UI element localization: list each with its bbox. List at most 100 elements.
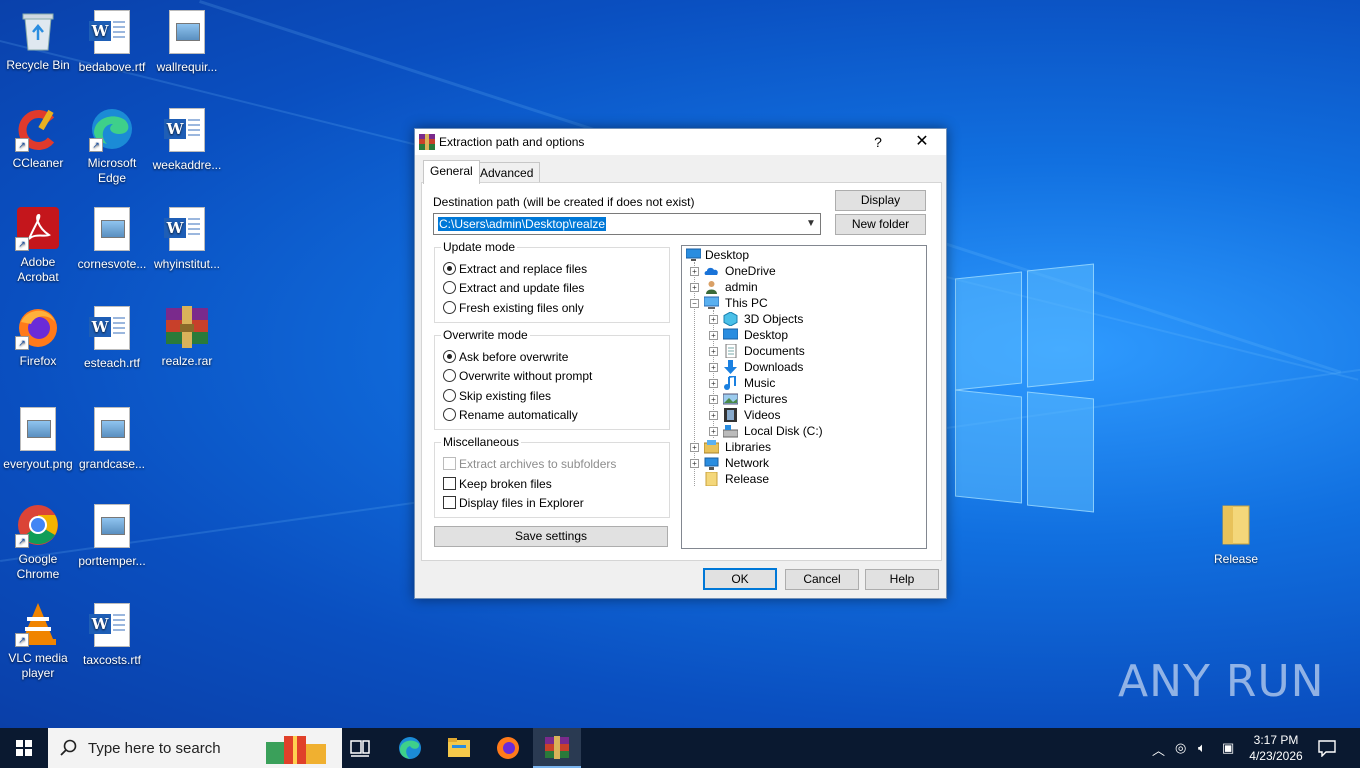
- radio-button[interactable]: [443, 350, 456, 363]
- task-view-button[interactable]: [337, 728, 385, 768]
- expand-icon[interactable]: +: [709, 395, 718, 404]
- expand-icon[interactable]: +: [709, 411, 718, 420]
- tree-node-label: OneDrive: [725, 264, 776, 278]
- option-label: Extract and replace files: [459, 262, 588, 276]
- radio-rename-automatically[interactable]: Rename automatically: [443, 407, 578, 423]
- collapse-icon[interactable]: −: [690, 299, 699, 308]
- gifts-icon: [266, 736, 326, 764]
- desktop-icon-realze-rar[interactable]: realze.rar: [149, 304, 225, 369]
- desktop-icon-grandcase[interactable]: grandcase...: [74, 405, 150, 472]
- tree-node-label: Desktop: [705, 248, 750, 262]
- expand-icon[interactable]: +: [690, 459, 699, 468]
- help-icon[interactable]: ?: [865, 132, 891, 152]
- close-icon[interactable]: ✕: [907, 131, 937, 153]
- desktop-icon-everyout-png[interactable]: everyout.png: [0, 405, 76, 472]
- help-button[interactable]: Help: [865, 569, 939, 590]
- clock-time: 3:17 PM: [1253, 733, 1299, 747]
- desktop-icon-taxcosts-rtf[interactable]: W taxcosts.rtf: [74, 601, 150, 668]
- taskbar-firefox[interactable]: [484, 728, 532, 768]
- expand-icon[interactable]: +: [690, 267, 699, 276]
- chevron-down-icon[interactable]: ▼: [804, 216, 818, 232]
- desktop-icon-esteach-rtf[interactable]: W esteach.rtf: [74, 304, 150, 371]
- icon-label: Microsoft Edge: [87, 156, 137, 185]
- option-label: Ask before overwrite: [459, 350, 569, 364]
- radio-button[interactable]: [443, 408, 456, 421]
- display-button[interactable]: Display: [835, 190, 926, 211]
- tab-general[interactable]: General: [423, 160, 480, 184]
- taskbar-file-explorer[interactable]: [435, 728, 483, 768]
- icon-label: Google Chrome: [16, 552, 60, 581]
- desktop-icon-ccleaner[interactable]: ↗ CCleaner: [0, 106, 76, 171]
- taskbar-search-box[interactable]: Type here to search: [48, 728, 342, 768]
- destination-path-value[interactable]: C:\Users\admin\Desktop\realze: [438, 217, 607, 231]
- expand-icon[interactable]: +: [709, 331, 718, 340]
- tab-advanced[interactable]: Advanced: [473, 162, 541, 183]
- notification-icon[interactable]: [1318, 739, 1336, 757]
- radio-fresh-existing[interactable]: Fresh existing files only: [443, 300, 584, 316]
- checkbox-keep-broken-files[interactable]: Keep broken files: [443, 476, 552, 492]
- desktop-icon-release[interactable]: Release: [1198, 502, 1274, 567]
- radio-button[interactable]: [443, 281, 456, 294]
- radio-button[interactable]: [443, 262, 456, 275]
- tree-node-label: Release: [725, 472, 770, 486]
- desktop-icon-adobe-acrobat[interactable]: ↗ Adobe Acrobat: [0, 205, 76, 285]
- expand-icon[interactable]: +: [709, 363, 718, 372]
- title-bar[interactable]: Extraction path and options ? ✕: [415, 129, 946, 155]
- radio-button[interactable]: [443, 301, 456, 314]
- save-settings-button[interactable]: Save settings: [434, 526, 668, 547]
- desktop-icon-weekaddre[interactable]: W weekaddre...: [149, 106, 225, 173]
- chevron-up-icon[interactable]: ︿: [1152, 740, 1165, 759]
- desktop-icon-bedabove-rtf[interactable]: W bedabove.rtf: [74, 8, 150, 75]
- desktop-icon-microsoft-edge[interactable]: ↗ Microsoft Edge: [74, 106, 150, 186]
- destination-path-combo[interactable]: C:\Users\admin\Desktop\realze ▼: [433, 213, 821, 235]
- tree-node-label: 3D Objects: [744, 312, 804, 326]
- start-button[interactable]: [0, 728, 48, 768]
- expand-icon[interactable]: +: [709, 427, 718, 436]
- folder-tree[interactable]: Desktop + OneDrive + admin − This PC + 3…: [681, 245, 927, 549]
- radio-extract-replace[interactable]: Extract and replace files: [443, 261, 587, 277]
- taskbar-winrar[interactable]: [533, 728, 581, 768]
- cancel-button[interactable]: Cancel: [785, 569, 859, 590]
- volume-icon[interactable]: 🔈︎: [1198, 740, 1206, 756]
- meet-now-icon[interactable]: ◎: [1175, 740, 1186, 756]
- new-folder-button[interactable]: New folder: [835, 214, 926, 235]
- desktop-icon-wallrequir[interactable]: wallrequir...: [149, 8, 225, 75]
- ok-button[interactable]: OK: [703, 568, 777, 590]
- radio-button[interactable]: [443, 369, 456, 382]
- expand-icon[interactable]: +: [709, 347, 718, 356]
- group-title: Update mode: [441, 240, 518, 254]
- shortcut-arrow-icon: ↗: [15, 237, 29, 251]
- radio-ask-before-overwrite[interactable]: Ask before overwrite: [443, 349, 568, 365]
- clock[interactable]: 3:17 PM 4/23/2026: [1244, 732, 1308, 764]
- radio-skip-existing[interactable]: Skip existing files: [443, 388, 551, 404]
- checkbox-display-in-explorer[interactable]: Display files in Explorer: [443, 495, 584, 511]
- expand-icon[interactable]: +: [709, 315, 718, 324]
- clock-date: 4/23/2026: [1249, 749, 1303, 763]
- file-explorer-icon: [448, 738, 470, 757]
- desktop-icon-cornesvote[interactable]: cornesvote...: [74, 205, 150, 272]
- image-file-icon: [94, 504, 130, 548]
- word-document-icon: W: [89, 306, 130, 350]
- desktop-icon-whyinstitut[interactable]: W whyinstitut...: [149, 205, 225, 272]
- desktop-icon-vlc[interactable]: ↗ VLC media player: [0, 601, 76, 681]
- expand-icon[interactable]: +: [690, 283, 699, 292]
- expand-icon[interactable]: +: [709, 379, 718, 388]
- desktop-icon-recycle-bin[interactable]: Recycle Bin: [0, 8, 76, 73]
- image-file-icon: [94, 407, 130, 451]
- radio-overwrite-without-prompt[interactable]: Overwrite without prompt: [443, 368, 592, 384]
- desktop-icon-google-chrome[interactable]: ↗ Google Chrome: [0, 502, 76, 582]
- option-label: Skip existing files: [459, 389, 552, 403]
- option-label: Display files in Explorer: [459, 496, 584, 510]
- network-icon[interactable]: ▣: [1222, 740, 1234, 756]
- expand-icon[interactable]: +: [690, 443, 699, 452]
- film-icon: [724, 408, 737, 422]
- taskbar-edge[interactable]: [386, 728, 434, 768]
- checkbox[interactable]: [443, 496, 456, 509]
- desktop-icon-firefox[interactable]: ↗ Firefox: [0, 304, 76, 369]
- icon-label: wallrequir...: [156, 60, 218, 74]
- radio-extract-update[interactable]: Extract and update files: [443, 280, 584, 296]
- radio-button[interactable]: [443, 389, 456, 402]
- checkbox[interactable]: [443, 477, 456, 490]
- search-icon: [60, 739, 77, 756]
- desktop-icon-porttemper[interactable]: porttemper...: [74, 502, 150, 569]
